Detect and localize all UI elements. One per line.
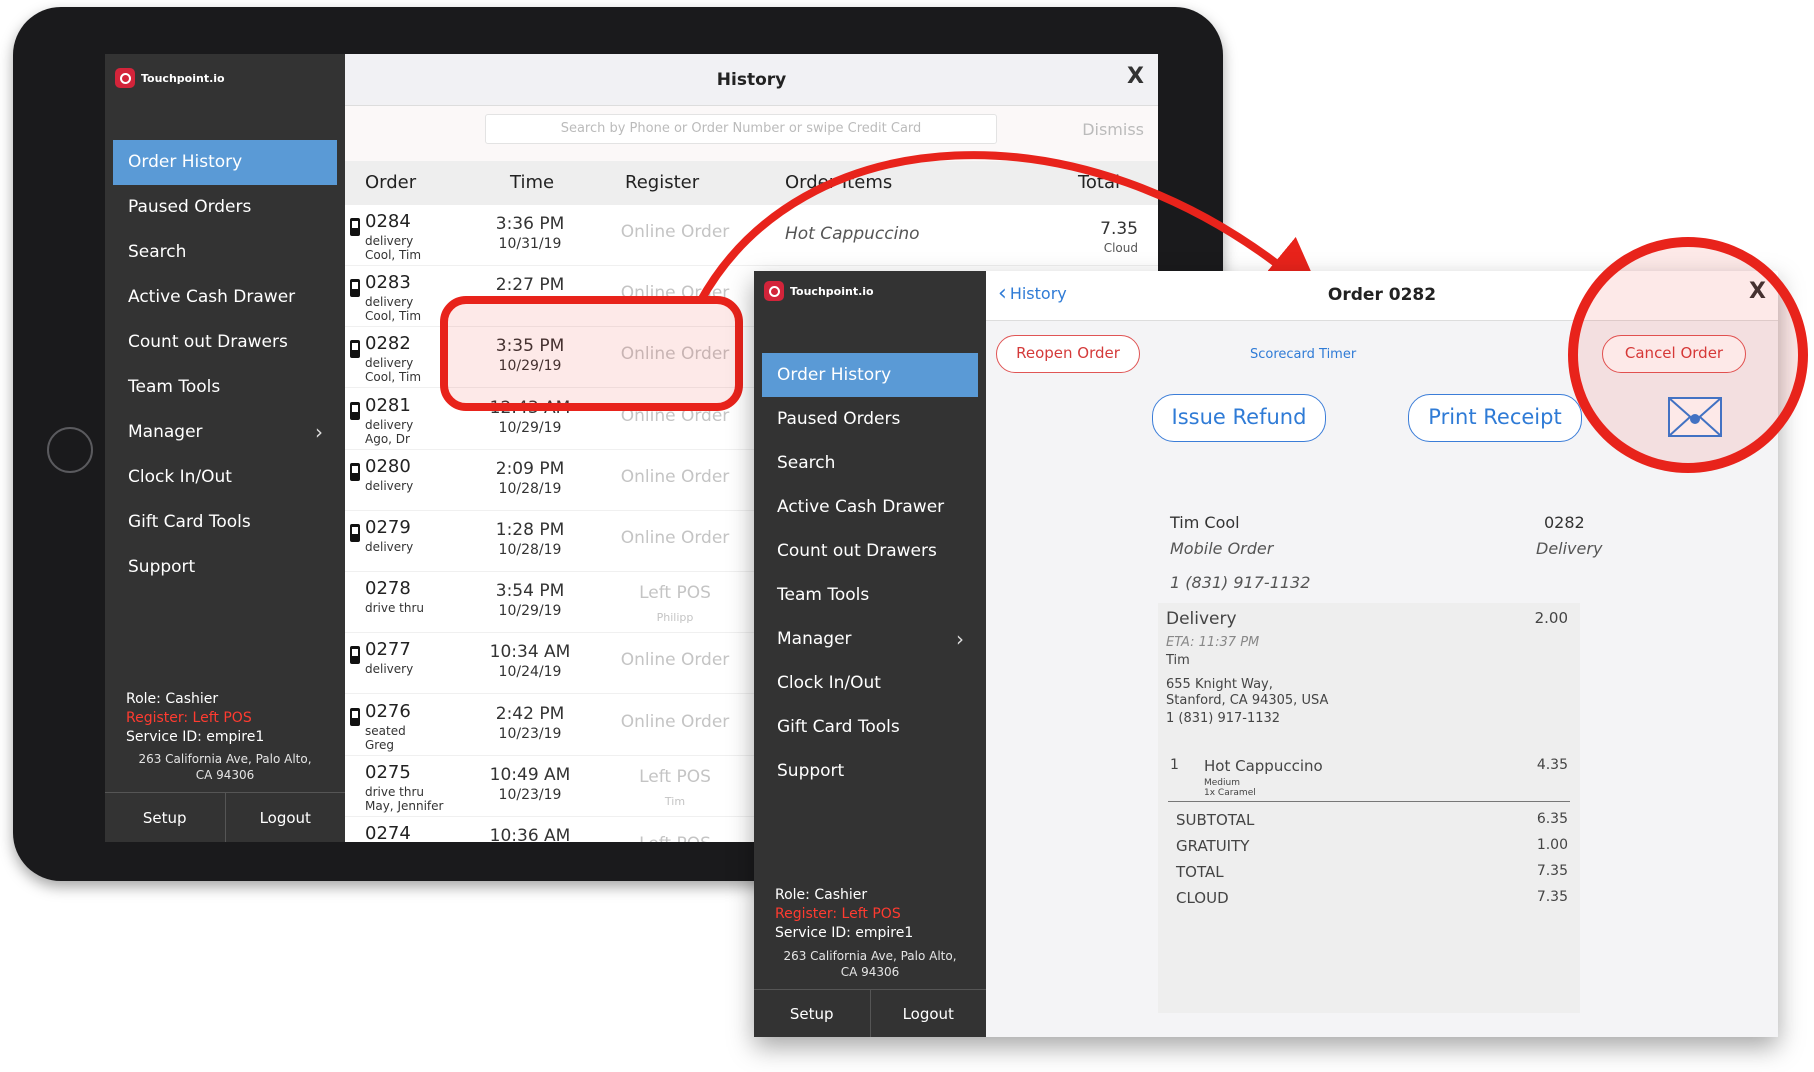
- address-line: CA 94306: [840, 965, 900, 979]
- sidebar-nav: Order History Paused Orders Search Activ…: [762, 353, 978, 793]
- store-address: 263 California Ave, Palo Alto, CA 94306: [754, 948, 986, 980]
- delivery-fee: 2.00: [1534, 609, 1568, 627]
- customer-name: Tim Cool: [1170, 513, 1240, 532]
- total-value: 7.35: [1536, 863, 1568, 879]
- sidebar-item-active-cash-drawer[interactable]: Active Cash Drawer: [762, 485, 978, 529]
- sidebar: Touchpoint.io Order History Paused Order…: [754, 271, 986, 1037]
- sidebar-item-clock-in-out[interactable]: Clock In/Out: [762, 661, 978, 705]
- total-label: TOTAL: [1176, 863, 1224, 881]
- sidebar-item-support[interactable]: Support: [762, 749, 978, 793]
- reopen-order-button[interactable]: Reopen Order: [996, 335, 1140, 373]
- gratuity-label: GRATUITY: [1176, 837, 1250, 855]
- subtotal-value: 6.35: [1536, 811, 1568, 827]
- subtotal-label: SUBTOTAL: [1176, 811, 1255, 829]
- highlight-circle: [1568, 237, 1808, 473]
- delivery-eta: ETA: 11:37 PM: [1166, 635, 1260, 650]
- order-channel: Mobile Order: [1170, 539, 1274, 558]
- register-text: Register: Left POS: [775, 906, 901, 922]
- sidebar-item-paused-orders[interactable]: Paused Orders: [762, 397, 978, 441]
- divider: [1168, 801, 1570, 802]
- sidebar-item-team-tools[interactable]: Team Tools: [762, 573, 978, 617]
- sidebar-item-count-out-drawers[interactable]: Count out Drawers: [762, 529, 978, 573]
- service-id-text: Service ID: empire1: [775, 925, 914, 941]
- item-modifier: Medium: [1204, 778, 1240, 788]
- sidebar-item-label: Manager: [777, 629, 852, 649]
- role-text: Role: Cashier: [775, 887, 868, 903]
- scorecard-timer-link[interactable]: Scorecard Timer: [1250, 347, 1356, 362]
- delivery-address: Stanford, CA 94305, USA: [1166, 693, 1329, 708]
- logo: Touchpoint.io: [764, 281, 874, 301]
- delivery-address: 655 Knight Way,: [1166, 677, 1273, 692]
- sidebar-item-gift-card-tools[interactable]: Gift Card Tools: [762, 705, 978, 749]
- role-info: Role: Cashier Register: Left POS Service…: [775, 886, 913, 943]
- customer-phone: 1 (831) 917-1132: [1170, 573, 1311, 592]
- touchpoint-logo-icon: [764, 281, 784, 301]
- chevron-right-icon: ›: [956, 627, 964, 651]
- setup-button[interactable]: Setup: [754, 990, 871, 1037]
- sidebar-item-order-history[interactable]: Order History: [762, 353, 978, 397]
- item-price: 4.35: [1536, 757, 1568, 773]
- sidebar-footer: Setup Logout: [754, 989, 986, 1037]
- item-name: Hot Cappuccino: [1204, 757, 1323, 775]
- cloud-label: CLOUD: [1176, 889, 1229, 907]
- delivery-label: Delivery: [1166, 609, 1237, 629]
- print-receipt-button[interactable]: Print Receipt: [1408, 394, 1582, 442]
- sidebar-item-search[interactable]: Search: [762, 441, 978, 485]
- item-modifier: 1x Caramel: [1204, 788, 1256, 798]
- order-number: 0282: [1544, 513, 1585, 532]
- issue-refund-button[interactable]: Issue Refund: [1152, 394, 1326, 442]
- address-line: 263 California Ave, Palo Alto,: [783, 949, 957, 963]
- gratuity-value: 1.00: [1536, 837, 1568, 853]
- fulfillment-type: Delivery: [1536, 539, 1603, 558]
- sidebar-item-manager[interactable]: Manager ›: [762, 617, 978, 661]
- receipt-panel: Delivery 2.00 ETA: 11:37 PM Tim 655 Knig…: [1158, 603, 1580, 1013]
- delivery-recipient: Tim: [1166, 653, 1190, 668]
- cloud-value: 7.35: [1536, 889, 1568, 905]
- logout-button[interactable]: Logout: [871, 990, 987, 1037]
- item-quantity: 1: [1170, 757, 1179, 773]
- delivery-phone: 1 (831) 917-1132: [1166, 711, 1281, 726]
- logo-text: Touchpoint.io: [790, 284, 874, 298]
